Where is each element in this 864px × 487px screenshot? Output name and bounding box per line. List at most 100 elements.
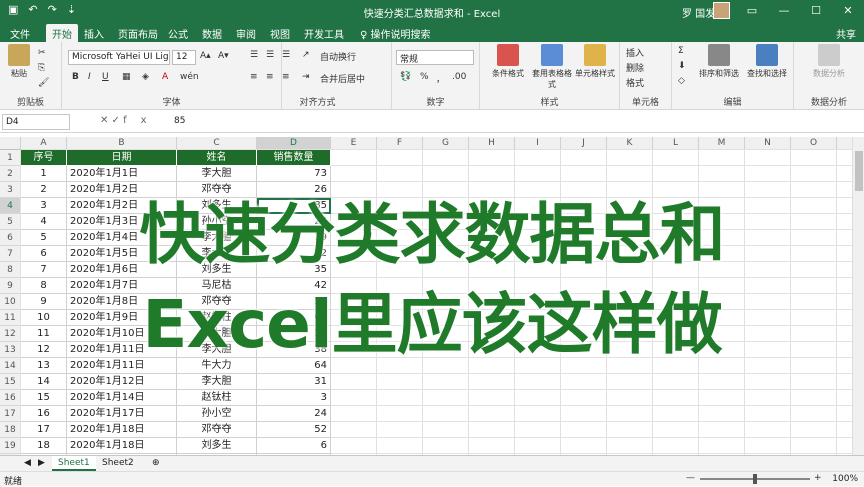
table-cell[interactable]: 2020年1月11日 bbox=[67, 342, 177, 358]
grow-font-icon[interactable]: A▴ bbox=[200, 51, 211, 61]
border-icon[interactable]: ▦ bbox=[122, 72, 131, 82]
table-cell[interactable]: 2 bbox=[21, 182, 67, 198]
wrap-text-button[interactable]: 自动换行 bbox=[320, 50, 356, 63]
row-header[interactable]: 10 bbox=[0, 294, 21, 310]
table-cell[interactable]: 2020年1月5日 bbox=[67, 246, 177, 262]
table-cell[interactable]: 38 bbox=[257, 342, 331, 358]
table-cell[interactable]: 16 bbox=[21, 406, 67, 422]
zoom-level[interactable]: 100% bbox=[832, 474, 858, 484]
align-left-icon[interactable]: ≡ bbox=[250, 72, 258, 82]
table-cell[interactable]: 2020年1月2日 bbox=[67, 198, 177, 214]
table-cell[interactable]: 52 bbox=[257, 422, 331, 438]
tab-insert[interactable]: 插入 bbox=[84, 26, 104, 41]
merge-center-button[interactable]: 合并后居中 bbox=[320, 72, 365, 85]
nav-next-icon[interactable]: ▶ bbox=[32, 456, 51, 471]
table-cell[interactable]: 李大胆 bbox=[177, 342, 257, 358]
underline-button[interactable]: U bbox=[102, 72, 109, 82]
minimize-button[interactable]: — bbox=[768, 0, 800, 22]
table-cell[interactable]: 2020年1月9日 bbox=[67, 310, 177, 326]
tab-review[interactable]: 审阅 bbox=[236, 26, 256, 41]
tab-developer[interactable]: 开发工具 bbox=[304, 26, 344, 41]
fill-color-icon[interactable]: ◈ bbox=[142, 72, 149, 82]
table-cell[interactable]: 4 bbox=[21, 214, 67, 230]
row-header[interactable]: 9 bbox=[0, 278, 21, 294]
font-size-select[interactable]: 12 bbox=[172, 50, 196, 65]
table-cell[interactable]: 26 bbox=[257, 182, 331, 198]
table-cell[interactable]: 13 bbox=[21, 358, 67, 374]
table-header-cell[interactable]: 序号 bbox=[21, 150, 67, 166]
currency-icon[interactable]: 💱 bbox=[400, 72, 411, 82]
row-header[interactable]: 16 bbox=[0, 390, 21, 406]
table-cell[interactable]: 26 bbox=[257, 214, 331, 230]
table-cell[interactable]: 2020年1月2日 bbox=[67, 182, 177, 198]
table-cell[interactable]: 17 bbox=[21, 422, 67, 438]
data-analysis-button[interactable]: 数据分析 bbox=[806, 44, 852, 79]
fx-icon[interactable]: ✕ ✓ fx bbox=[100, 115, 161, 126]
table-cell[interactable]: 18 bbox=[21, 438, 67, 454]
paste-button[interactable]: 粘贴 bbox=[6, 44, 32, 79]
table-cell[interactable]: 2020年1月8日 bbox=[67, 294, 177, 310]
table-cell[interactable]: 64 bbox=[257, 358, 331, 374]
table-cell[interactable]: 李大胆 bbox=[177, 246, 257, 262]
table-cell[interactable]: 73 bbox=[257, 166, 331, 182]
table-cell[interactable]: 2020年1月11日 bbox=[67, 358, 177, 374]
table-cell[interactable]: 刘多生 bbox=[177, 438, 257, 454]
table-cell[interactable]: 19 bbox=[257, 230, 331, 246]
table-cell[interactable]: 15 bbox=[21, 390, 67, 406]
table-cell[interactable]: 马尼枯 bbox=[177, 278, 257, 294]
align-bottom-icon[interactable]: ☰ bbox=[282, 50, 290, 60]
percent-button[interactable]: % bbox=[420, 72, 429, 82]
worksheet-grid[interactable]: ABCDEFGHIJKLMNOP123456789101112131415161… bbox=[0, 137, 852, 455]
table-cell[interactable]: 2020年1月14日 bbox=[67, 390, 177, 406]
table-cell[interactable]: 李大胆 bbox=[177, 326, 257, 342]
align-right-icon[interactable]: ≡ bbox=[282, 72, 290, 82]
table-cell[interactable]: 赵钛柱 bbox=[177, 390, 257, 406]
italic-button[interactable]: I bbox=[88, 72, 91, 82]
row-header[interactable]: 8 bbox=[0, 262, 21, 278]
conditional-format-button[interactable]: 条件格式 bbox=[488, 44, 528, 79]
table-header-cell[interactable]: 销售数量 bbox=[257, 150, 331, 166]
table-cell[interactable]: 2020年1月10日 bbox=[67, 326, 177, 342]
table-cell[interactable]: 7 bbox=[21, 262, 67, 278]
table-cell[interactable]: 孙小空 bbox=[177, 214, 257, 230]
table-cell[interactable]: 刘多生 bbox=[177, 262, 257, 278]
table-cell[interactable]: 10 bbox=[21, 310, 67, 326]
table-cell[interactable]: 35 bbox=[257, 262, 331, 278]
table-cell[interactable]: 李大胆 bbox=[177, 230, 257, 246]
table-cell[interactable]: 24 bbox=[257, 406, 331, 422]
table-cell[interactable]: 11 bbox=[21, 326, 67, 342]
sheet-tab-sheet1[interactable]: Sheet1 bbox=[52, 456, 96, 471]
shrink-font-icon[interactable]: A▾ bbox=[218, 51, 229, 61]
row-header[interactable]: 2 bbox=[0, 166, 21, 182]
table-cell[interactable]: 2020年1月1日 bbox=[67, 166, 177, 182]
insert-cells-button[interactable]: 插入 bbox=[626, 46, 644, 59]
table-cell[interactable]: 李大胆 bbox=[177, 374, 257, 390]
table-cell[interactable]: 2020年1月6日 bbox=[67, 262, 177, 278]
row-header[interactable]: 17 bbox=[0, 406, 21, 422]
font-name-select[interactable]: Microsoft YaHei UI Ligh bbox=[68, 50, 170, 65]
format-as-table-button[interactable]: 套用表格格式 bbox=[532, 44, 572, 90]
table-cell[interactable]: 6 bbox=[21, 246, 67, 262]
table-cell[interactable]: 6 bbox=[257, 438, 331, 454]
align-top-icon[interactable]: ☰ bbox=[250, 50, 258, 60]
delete-cells-button[interactable]: 删除 bbox=[626, 61, 644, 74]
table-cell[interactable]: 2020年1月4日 bbox=[67, 230, 177, 246]
table-cell[interactable]: 65 bbox=[257, 310, 331, 326]
tab-file[interactable]: 文件 bbox=[10, 26, 30, 41]
zoom-slider-knob[interactable] bbox=[753, 474, 757, 484]
row-header[interactable]: 1 bbox=[0, 150, 21, 166]
table-cell[interactable]: 2020年1月7日 bbox=[67, 278, 177, 294]
table-cell[interactable]: 3 bbox=[21, 198, 67, 214]
table-header-cell[interactable]: 日期 bbox=[67, 150, 177, 166]
phonetic-icon[interactable]: wén bbox=[180, 72, 199, 82]
comma-button[interactable]: ， bbox=[436, 72, 445, 85]
share-button[interactable]: 共享 bbox=[836, 26, 856, 41]
table-cell[interactable]: 9 bbox=[21, 294, 67, 310]
row-header[interactable]: 12 bbox=[0, 326, 21, 342]
number-format-select[interactable]: 常规 bbox=[396, 50, 474, 65]
scroll-thumb[interactable] bbox=[855, 151, 863, 191]
table-cell[interactable]: 25 bbox=[257, 326, 331, 342]
user-name[interactable]: 罗 国发 bbox=[682, 5, 715, 20]
table-header-cell[interactable]: 姓名 bbox=[177, 150, 257, 166]
table-cell[interactable]: 3 bbox=[257, 390, 331, 406]
